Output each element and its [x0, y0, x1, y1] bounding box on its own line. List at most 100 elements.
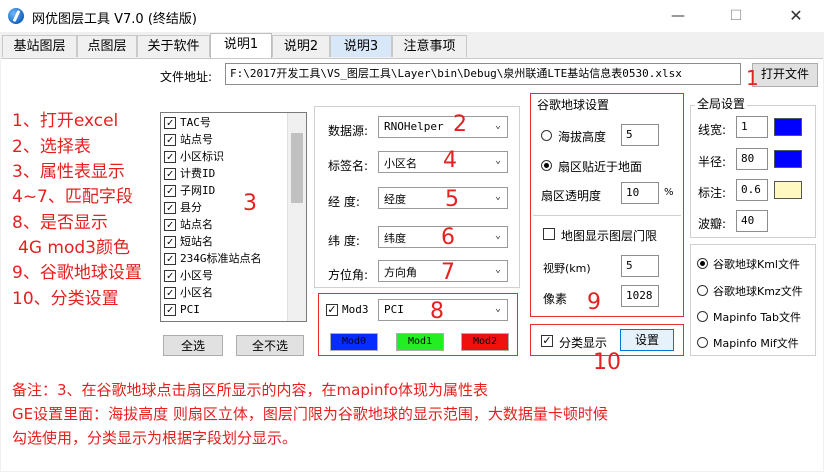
export-kml-radio[interactable]	[697, 258, 708, 269]
export-kml-label: 谷歌地球Kml文件	[713, 258, 800, 271]
lobe-input[interactable]: 40	[736, 210, 768, 232]
checkbox[interactable]: ✓	[164, 117, 176, 129]
annotation-marker: 10	[593, 350, 621, 375]
label-size-label: 标注:	[698, 186, 727, 200]
mod1-color-button[interactable]: Mod1	[396, 333, 444, 351]
divider	[533, 215, 681, 216]
layer-threshold-label: 地图显示图层门限	[561, 229, 658, 243]
ground-label: 扇区贴近于地面	[558, 160, 643, 174]
annotation-marker: 5	[445, 187, 459, 212]
select-all-button[interactable]: 全选	[163, 335, 223, 356]
pixel-label: 像素	[543, 292, 568, 306]
label-color-swatch[interactable]	[774, 181, 802, 199]
longitude-select[interactable]: 经度 ⌄	[378, 187, 508, 209]
checkbox[interactable]: ✓	[164, 185, 176, 197]
annotation-step: 10、分类设置	[12, 289, 119, 309]
azimuth-label: 方位角:	[328, 268, 369, 282]
tab-about[interactable]: 关于软件	[137, 35, 210, 57]
transparency-input[interactable]: 10	[621, 182, 659, 204]
classify-checkbox[interactable]: ✓	[541, 335, 553, 347]
tag-name-label: 标签名:	[328, 159, 369, 173]
checkbox[interactable]: ✓	[164, 236, 176, 248]
title-bar: 网优图层工具 V7.0 (终结版) — ☐ ✕	[0, 0, 824, 32]
tab-help-2[interactable]: 说明2	[272, 35, 330, 57]
classify-label: 分类显示	[559, 336, 608, 350]
tab-notes[interactable]: 注意事项	[392, 35, 467, 57]
altitude-input[interactable]: 5	[621, 124, 659, 146]
annotation-marker: 3	[243, 191, 257, 216]
scrollbar-thumb[interactable]	[291, 133, 303, 203]
altitude-label: 海拔高度	[558, 130, 607, 144]
layer-threshold-checkbox[interactable]	[543, 228, 555, 240]
deselect-all-button[interactable]: 全不选	[236, 335, 304, 356]
export-tab-label: Mapinfo Tab文件	[713, 311, 801, 324]
latitude-label: 纬 度:	[328, 234, 360, 248]
line-width-label: 线宽:	[698, 123, 727, 137]
checkbox[interactable]: ✓	[164, 151, 176, 163]
chevron-down-icon: ⌄	[494, 155, 501, 166]
annotation-step: 3、属性表显示	[12, 162, 125, 182]
pixel-input[interactable]: 1028	[621, 285, 659, 307]
annotation-marker: 2	[453, 112, 467, 137]
checkbox[interactable]: ✓	[164, 304, 176, 316]
mod0-color-button[interactable]: Mod0	[330, 333, 378, 351]
tab-help-1[interactable]: 说明1	[210, 33, 272, 58]
tab-point-layer[interactable]: 点图层	[77, 35, 137, 57]
minimize-button[interactable]: —	[668, 6, 688, 26]
checkbox[interactable]: ✓	[164, 253, 176, 265]
radius-color-swatch[interactable]	[774, 150, 802, 168]
mod3-label: Mod3	[342, 303, 369, 316]
annotation-marker: 1	[746, 66, 759, 90]
checkbox[interactable]: ✓	[164, 202, 176, 214]
list-scrollbar[interactable]	[287, 113, 306, 321]
transparency-unit: %	[664, 187, 674, 198]
chevron-down-icon: ⌄	[494, 191, 501, 202]
classify-settings-button[interactable]: 设置	[620, 329, 674, 351]
annotation-step: 9、谷歌地球设置	[12, 263, 142, 283]
annotation-marker: 8	[430, 299, 444, 324]
view-km-input[interactable]: 5	[621, 255, 659, 277]
note-line: 勾选使用，分类显示为根据字段划分显示。	[12, 429, 298, 447]
ground-radio[interactable]	[541, 160, 552, 171]
lobe-label: 波瓣:	[698, 217, 727, 231]
file-path-label: 文件地址:	[160, 70, 213, 84]
mod3-checkbox[interactable]: ✓	[326, 304, 338, 316]
close-button[interactable]: ✕	[786, 6, 806, 26]
google-earth-title: 谷歌地球设置	[537, 98, 610, 112]
google-earth-settings-group	[530, 93, 684, 317]
export-kmz-radio[interactable]	[697, 285, 708, 296]
maximize-button[interactable]: ☐	[726, 6, 746, 26]
checkbox[interactable]: ✓	[164, 168, 176, 180]
chevron-down-icon: ⌄	[494, 303, 501, 314]
altitude-radio[interactable]	[541, 130, 552, 141]
annotation-marker: 4	[443, 148, 457, 173]
annotation-marker: 9	[587, 290, 601, 315]
longitude-label: 经 度:	[328, 195, 360, 209]
file-path-input[interactable]: F:\2017开发工具\VS_图层工具\Layer\bin\Debug\泉州联通…	[225, 63, 741, 85]
tab-strip: 基站图层 点图层 关于软件 说明1 说明2 说明3 注意事项	[0, 33, 824, 58]
export-mif-label: Mapinfo Mif文件	[713, 337, 799, 350]
checkbox[interactable]: ✓	[164, 270, 176, 282]
field-list[interactable]: ✓ TAC号 ✓ 站点号 ✓ 小区标识 ✓ 计费ID ✓ 子网ID ✓ 县分 ✓ 站点名 ✓ 短…	[160, 112, 307, 322]
line-color-swatch[interactable]	[774, 118, 802, 136]
tab-station-layer[interactable]: 基站图层	[2, 35, 77, 57]
datasource-select[interactable]: RNOHelper ⌄	[378, 116, 508, 138]
radius-input[interactable]: 80	[736, 148, 768, 170]
checkbox[interactable]: ✓	[164, 219, 176, 231]
app-icon	[8, 8, 24, 24]
transparency-label: 扇区透明度	[541, 189, 602, 203]
label-size-input[interactable]: 0.6	[736, 179, 768, 201]
radius-label: 半径:	[698, 155, 727, 169]
checkbox[interactable]: ✓	[164, 134, 176, 146]
open-file-button[interactable]: 打开文件	[752, 63, 818, 87]
tab-help-3[interactable]: 说明3	[330, 35, 392, 57]
annotation-step: 4~7、匹配字段	[12, 187, 133, 207]
window-title: 网优图层工具 V7.0 (终结版)	[32, 12, 197, 27]
chevron-down-icon: ⌄	[494, 120, 501, 131]
checkbox[interactable]: ✓	[164, 287, 176, 299]
export-mif-radio[interactable]	[697, 337, 708, 348]
mod2-color-button[interactable]: Mod2	[461, 333, 509, 351]
export-tab-radio[interactable]	[697, 311, 708, 322]
datasource-label: 数据源:	[328, 124, 369, 138]
line-width-input[interactable]: 1	[736, 116, 768, 138]
